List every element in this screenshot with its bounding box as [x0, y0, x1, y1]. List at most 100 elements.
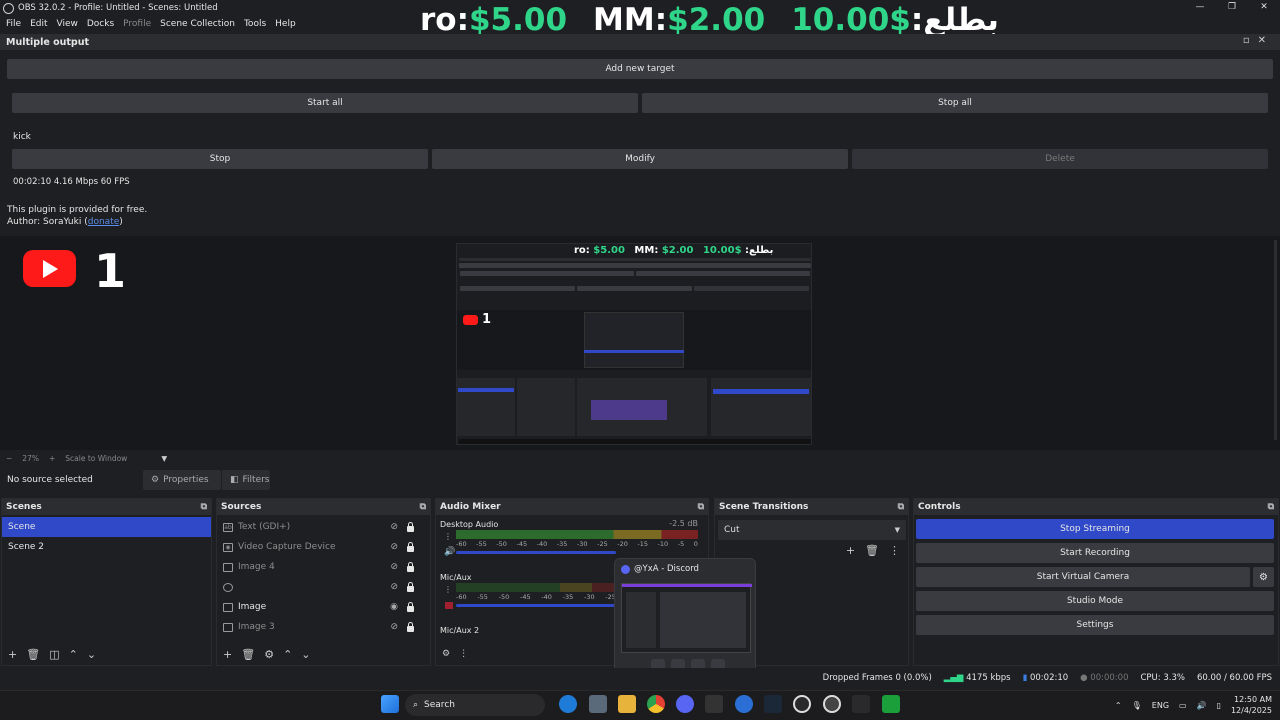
channel-menu-icon[interactable]: ⋮: [444, 585, 452, 594]
preview-scrollbar[interactable]: [1274, 240, 1277, 440]
lock-icon[interactable]: [407, 582, 414, 592]
virtual-camera-settings-icon[interactable]: ⚙: [1253, 567, 1274, 587]
browser-app-icon[interactable]: [735, 695, 753, 713]
scene-filters-icon[interactable]: ◫: [49, 648, 59, 661]
volume-slider[interactable]: [456, 604, 616, 607]
remove-transition-icon[interactable]: 🗑: [865, 544, 879, 557]
add-scene-icon[interactable]: +: [8, 648, 17, 661]
start-all-button[interactable]: Start all: [12, 93, 638, 113]
menu-edit[interactable]: Edit: [30, 19, 47, 29]
lock-icon[interactable]: [407, 602, 414, 612]
visibility-hidden-icon[interactable]: ⊘: [390, 522, 398, 532]
tray-overflow-icon[interactable]: ⌃: [1115, 701, 1122, 710]
battery-icon[interactable]: ▯: [1217, 701, 1221, 710]
menu-view[interactable]: View: [57, 19, 78, 29]
volume-slider[interactable]: [456, 551, 616, 554]
donate-link[interactable]: donate: [88, 217, 120, 227]
menu-scene-collection[interactable]: Scene Collection: [160, 19, 235, 29]
visibility-icon[interactable]: ◉: [390, 602, 398, 612]
taskbar-search[interactable]: ⌕ Search: [405, 694, 545, 716]
menu-tools[interactable]: Tools: [244, 19, 266, 29]
source-item[interactable]: Image ◉: [217, 597, 430, 617]
restore-button[interactable]: ❐: [1216, 0, 1248, 16]
visibility-hidden-icon[interactable]: ⊘: [390, 582, 398, 592]
start-recording-button[interactable]: Start Recording: [916, 543, 1274, 563]
stop-all-button[interactable]: Stop all: [642, 93, 1268, 113]
modify-target-button[interactable]: Modify: [432, 149, 848, 169]
source-settings-icon[interactable]: ⚙: [264, 648, 274, 661]
settings-button[interactable]: Settings: [916, 615, 1274, 635]
menu-docks[interactable]: Docks: [87, 19, 114, 29]
network-icon[interactable]: ▭: [1179, 701, 1187, 710]
scene-item-scene[interactable]: Scene: [2, 517, 211, 537]
stop-streaming-button[interactable]: Stop Streaming: [916, 519, 1274, 539]
lock-icon[interactable]: [407, 622, 414, 632]
lock-icon[interactable]: [407, 542, 414, 552]
move-up-icon[interactable]: ⌃: [283, 648, 292, 661]
mixer-menu-icon[interactable]: ⋮: [459, 649, 468, 659]
close-button[interactable]: ✕: [1248, 0, 1280, 16]
clock[interactable]: 12:50 AM 12/4/2025: [1231, 694, 1272, 716]
add-source-icon[interactable]: +: [223, 648, 232, 661]
language-indicator[interactable]: ENG: [1152, 701, 1169, 710]
app-icon[interactable]: [793, 695, 811, 713]
muted-icon[interactable]: [445, 602, 453, 609]
scale-dropdown-icon[interactable]: ▼: [161, 454, 167, 463]
mixer-settings-icon[interactable]: ⚙: [442, 649, 450, 659]
windows-start-icon[interactable]: [381, 695, 399, 713]
source-item[interactable]: ⊘: [217, 577, 430, 597]
add-new-target-button[interactable]: Add new target: [7, 59, 1273, 79]
lock-icon[interactable]: [407, 562, 414, 572]
epic-games-icon[interactable]: [705, 695, 723, 713]
xbox-icon[interactable]: [882, 695, 900, 713]
visibility-hidden-icon[interactable]: ⊘: [390, 542, 398, 552]
scale-mode[interactable]: Scale to Window: [65, 454, 127, 463]
properties-button[interactable]: ⚙ Properties: [143, 470, 221, 490]
steam-icon[interactable]: [764, 695, 782, 713]
undock-icon[interactable]: ⧉: [898, 502, 904, 512]
move-down-icon[interactable]: ⌄: [301, 648, 310, 661]
edge-icon[interactable]: [559, 695, 577, 713]
move-up-icon[interactable]: ⌃: [69, 648, 78, 661]
transition-select[interactable]: Cut ▼: [718, 520, 906, 540]
app-icon[interactable]: [852, 695, 870, 713]
discord-taskbar-icon[interactable]: [676, 695, 694, 713]
source-item[interactable]: Image 3 ⊘: [217, 617, 430, 637]
remove-scene-icon[interactable]: 🗑: [26, 648, 40, 661]
move-down-icon[interactable]: ⌄: [87, 648, 96, 661]
microphone-icon[interactable]: 🎙: [1132, 701, 1142, 710]
minimize-button[interactable]: —: [1184, 0, 1216, 16]
delete-target-button[interactable]: Delete: [852, 149, 1268, 169]
file-explorer-icon[interactable]: [618, 695, 636, 713]
start-virtual-camera-button[interactable]: Start Virtual Camera: [916, 567, 1250, 587]
obs-taskbar-icon[interactable]: [823, 695, 841, 713]
add-transition-icon[interactable]: +: [846, 544, 855, 557]
menu-profile[interactable]: Profile: [123, 19, 151, 29]
discord-taskbar-preview[interactable]: @YxA - Discord: [614, 558, 756, 678]
source-item[interactable]: ◉ Video Capture Device ⊘: [217, 537, 430, 557]
menu-help[interactable]: Help: [275, 19, 296, 29]
volume-icon[interactable]: 🔊: [1197, 701, 1207, 710]
zoom-in-button[interactable]: +: [49, 454, 55, 463]
menu-file[interactable]: File: [6, 19, 21, 29]
undock-icon[interactable]: ⧉: [420, 502, 426, 512]
remove-source-icon[interactable]: 🗑: [241, 648, 255, 661]
lock-icon[interactable]: [407, 522, 414, 532]
studio-mode-button[interactable]: Studio Mode: [916, 591, 1274, 611]
source-item[interactable]: ab Text (GDI+) ⊘: [217, 517, 430, 537]
undock-icon[interactable]: ⧉: [201, 502, 207, 512]
transition-menu-icon[interactable]: ⋮: [889, 544, 900, 557]
speaker-icon[interactable]: 🔊: [444, 547, 455, 557]
stop-target-button[interactable]: Stop: [12, 149, 428, 169]
visibility-hidden-icon[interactable]: ⊘: [390, 562, 398, 572]
zoom-out-button[interactable]: −: [6, 454, 12, 463]
undock-icon[interactable]: ⧉: [698, 502, 704, 512]
scene-item-scene-2[interactable]: Scene 2: [2, 537, 211, 557]
channel-menu-icon[interactable]: ⋮: [444, 532, 452, 541]
undock-icon[interactable]: ⧉: [1268, 502, 1274, 512]
chrome-icon[interactable]: [647, 695, 665, 713]
settings-app-icon[interactable]: [589, 695, 607, 713]
source-item[interactable]: Image 4 ⊘: [217, 557, 430, 577]
visibility-hidden-icon[interactable]: ⊘: [390, 622, 398, 632]
filters-button[interactable]: ◧ Filters: [222, 470, 270, 490]
